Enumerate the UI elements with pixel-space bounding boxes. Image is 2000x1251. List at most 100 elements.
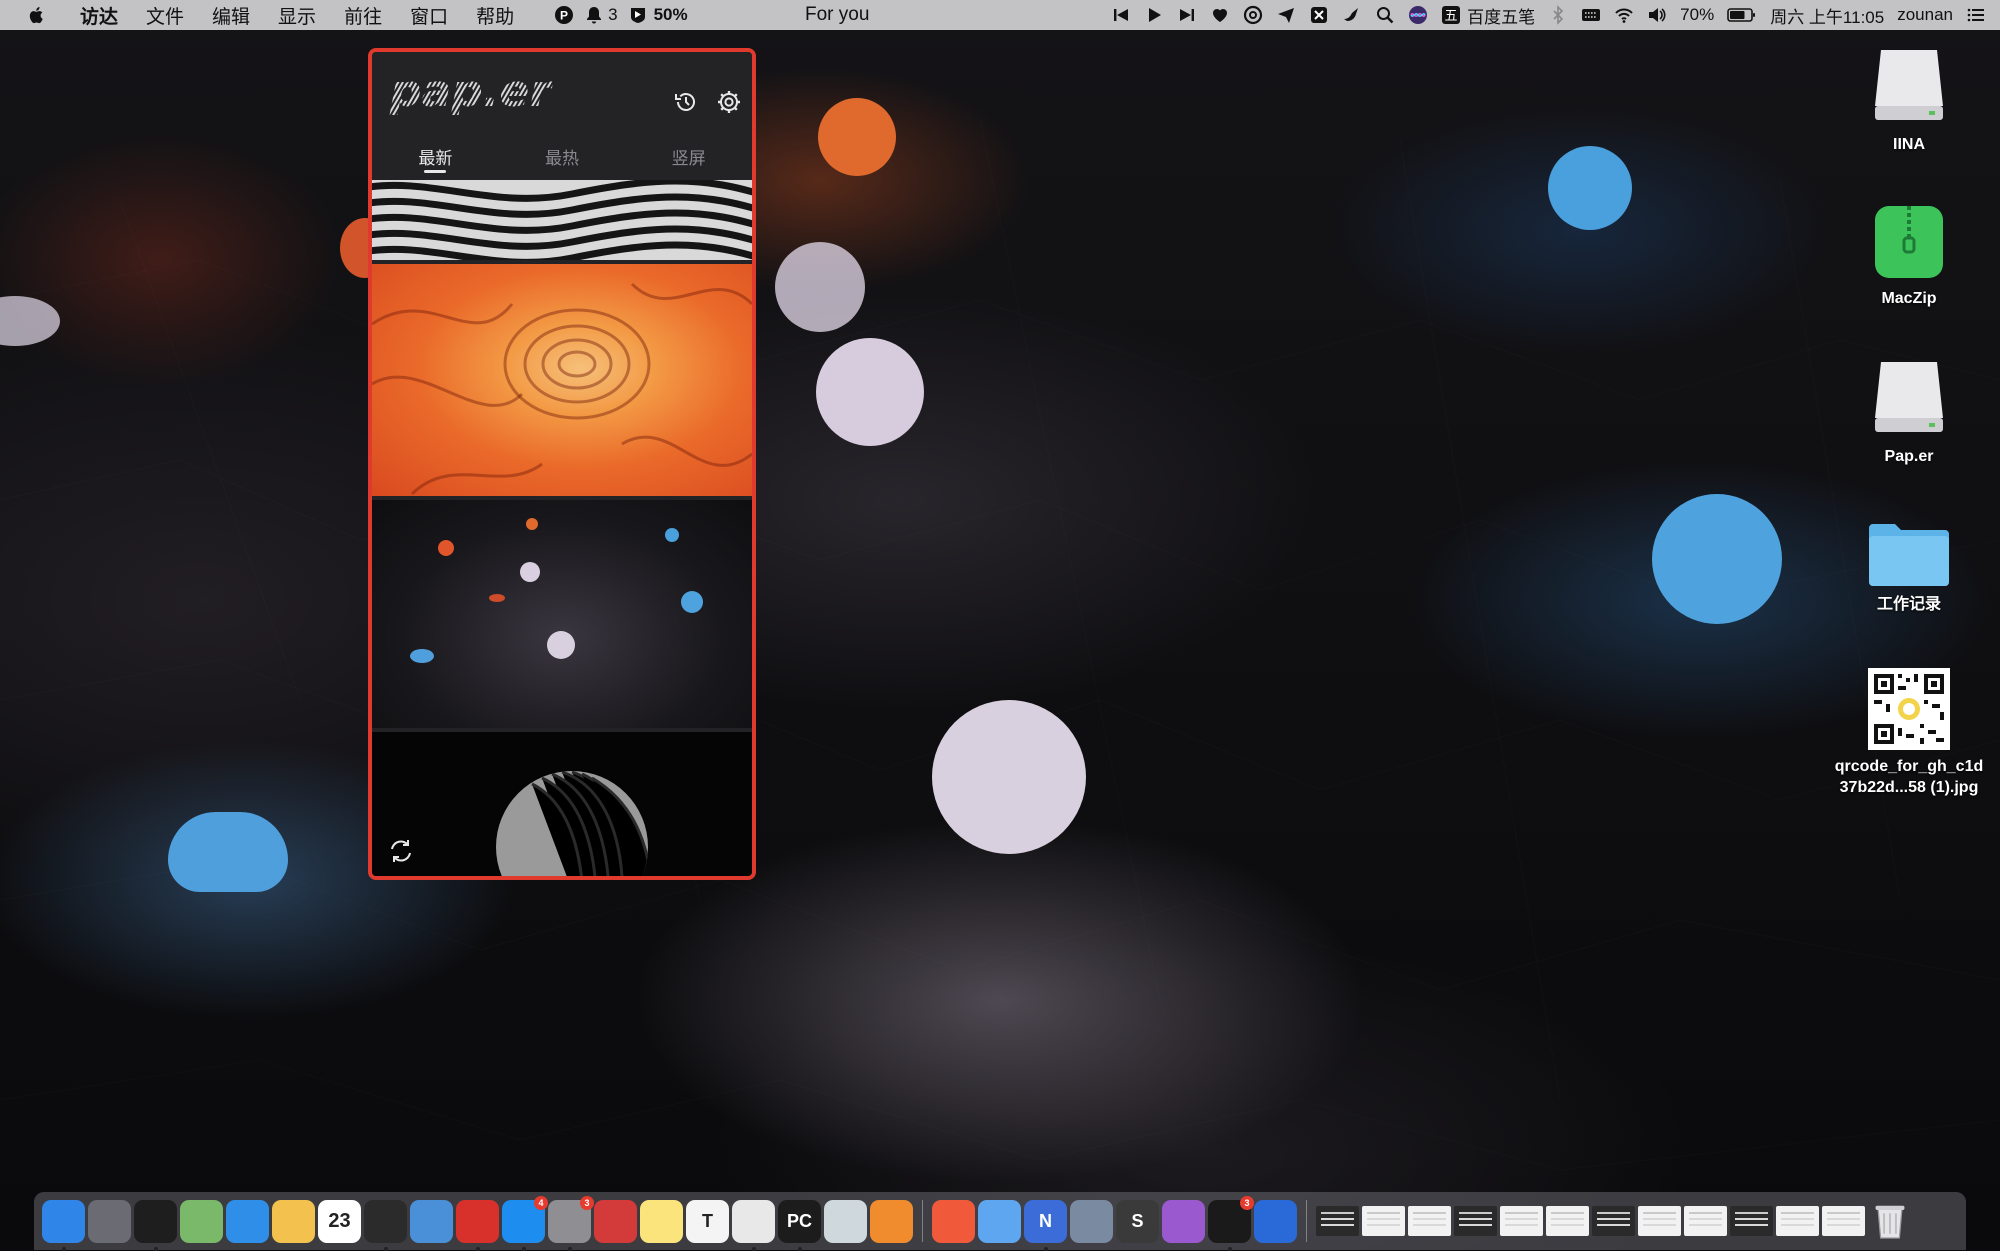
dock-document-preview[interactable] bbox=[1684, 1206, 1727, 1236]
dock-document-preview[interactable] bbox=[1316, 1206, 1359, 1236]
dock-document-preview[interactable] bbox=[1776, 1206, 1819, 1236]
user-name[interactable]: zounan bbox=[1897, 5, 1953, 25]
menu-go[interactable]: 前往 bbox=[330, 2, 396, 29]
thumbnail-zebra-stripes[interactable] bbox=[372, 180, 752, 260]
dock-document-preview[interactable] bbox=[1730, 1206, 1773, 1236]
settings-icon[interactable] bbox=[715, 88, 743, 116]
paper-app-panel: pap.er 最新 最热 竖屏 bbox=[368, 48, 756, 880]
dock-app-safari[interactable] bbox=[226, 1199, 269, 1243]
apple-icon[interactable] bbox=[26, 4, 48, 26]
thumbnail-striped-sphere[interactable] bbox=[372, 732, 752, 876]
menu-finder[interactable]: 访达 bbox=[66, 2, 132, 29]
dock-app-terminal-dark[interactable] bbox=[134, 1199, 177, 1251]
dock-app-photos[interactable] bbox=[272, 1199, 315, 1243]
dock-app-system-preferences[interactable]: 3 bbox=[548, 1195, 594, 1251]
dock-app-maps[interactable] bbox=[180, 1199, 223, 1243]
desktop-icon-maczip[interactable]: MacZip bbox=[1834, 202, 1984, 309]
desktop-icon-qrcode[interactable]: qrcode_for_gh_c1d 37b22d...58 (1).jpg bbox=[1834, 668, 1984, 798]
desktop-icon-label: qrcode_for_gh_c1d 37b22d...58 (1).jpg bbox=[1834, 758, 1984, 796]
svg-text:pap.er: pap.er bbox=[389, 66, 553, 117]
dock-document-preview[interactable] bbox=[1500, 1206, 1543, 1236]
dock-app-launchpad[interactable] bbox=[88, 1199, 131, 1243]
dock-app-sublime[interactable]: S bbox=[1116, 1199, 1159, 1243]
dock-app-mail-bird[interactable] bbox=[978, 1199, 1021, 1243]
dock-app-qq[interactable]: 3 bbox=[1208, 1195, 1254, 1251]
wallpaper-orb bbox=[1548, 146, 1632, 230]
dock-document-preview[interactable] bbox=[1638, 1206, 1681, 1236]
tab-latest[interactable]: 最新 bbox=[372, 138, 499, 178]
thumbnail-dark-lowpoly-orbs[interactable] bbox=[372, 500, 752, 728]
menu-view[interactable]: 显示 bbox=[264, 2, 330, 29]
panel-header: pap.er 最新 最热 竖屏 bbox=[372, 52, 752, 180]
dock-app-paw[interactable] bbox=[870, 1199, 913, 1243]
desktop-icon-label: IINA bbox=[1893, 136, 1925, 153]
desktop-icon-work-notes[interactable]: 工作记录 bbox=[1834, 518, 1984, 615]
menu-edit[interactable]: 编辑 bbox=[198, 2, 264, 29]
next-track-icon[interactable] bbox=[1177, 5, 1197, 25]
battery-icon[interactable] bbox=[1727, 5, 1757, 25]
dock-app-screen-sharing[interactable] bbox=[410, 1199, 453, 1243]
dock-app-nimbus[interactable]: N bbox=[1024, 1199, 1067, 1251]
desktop-icon-paper[interactable]: Pap.er bbox=[1834, 356, 1984, 467]
wallpaper-facets bbox=[0, 0, 2000, 1250]
dock-app-preview-eye[interactable] bbox=[824, 1199, 867, 1243]
dock-app-notes[interactable] bbox=[640, 1199, 683, 1243]
control-center-icon[interactable] bbox=[1966, 5, 1986, 25]
dock-app-app-store[interactable]: 4 bbox=[502, 1195, 548, 1251]
paper-logo: pap.er bbox=[389, 66, 553, 117]
tab-vertical[interactable]: 竖屏 bbox=[625, 138, 752, 178]
dock-app-finder[interactable] bbox=[42, 1199, 85, 1251]
dock-document-preview[interactable] bbox=[1408, 1206, 1451, 1236]
dock-document-preview[interactable] bbox=[1546, 1206, 1589, 1236]
siri-icon[interactable] bbox=[1408, 5, 1428, 25]
dock-app-chrome[interactable] bbox=[732, 1199, 775, 1251]
bluetooth-icon[interactable] bbox=[1548, 5, 1568, 25]
dock-app-image-viewer[interactable] bbox=[1070, 1199, 1113, 1243]
heart-icon[interactable] bbox=[1210, 5, 1230, 25]
desktop-icon-iina[interactable]: IINA bbox=[1834, 44, 1984, 155]
panel-tabs: 最新 最热 竖屏 bbox=[372, 138, 752, 178]
trash-icon[interactable] bbox=[1868, 1200, 1911, 1243]
dock-app-parallels[interactable] bbox=[594, 1199, 637, 1243]
search-icon[interactable] bbox=[1375, 5, 1395, 25]
drive-icon bbox=[1875, 50, 1943, 120]
dock-document-preview[interactable] bbox=[1822, 1206, 1865, 1236]
tab-hottest[interactable]: 最热 bbox=[499, 138, 626, 178]
keyboard-icon[interactable] bbox=[1581, 5, 1601, 25]
thumbnail-orange-paper-waves[interactable] bbox=[372, 264, 752, 496]
dock-document-preview[interactable] bbox=[1362, 1206, 1405, 1236]
svg-text:五: 五 bbox=[1445, 9, 1458, 24]
dock-document-preview[interactable] bbox=[1454, 1206, 1497, 1236]
now-playing-title[interactable]: For you bbox=[805, 4, 869, 26]
dock-separator bbox=[1306, 1200, 1307, 1242]
prev-track-icon[interactable] bbox=[1111, 5, 1131, 25]
percent-badge: 50% bbox=[653, 5, 688, 24]
menu-window[interactable]: 窗口 bbox=[396, 2, 462, 29]
menu-file[interactable]: 文件 bbox=[132, 2, 198, 29]
dock-app-downie[interactable] bbox=[1162, 1199, 1205, 1243]
shield-icon[interactable] bbox=[628, 5, 648, 25]
folder-icon bbox=[1869, 524, 1949, 586]
reeder-icon[interactable] bbox=[1309, 5, 1329, 25]
clock[interactable]: 周六 上午11:05 bbox=[1770, 3, 1884, 28]
play-icon[interactable] bbox=[1144, 5, 1164, 25]
p-icon[interactable]: P bbox=[554, 5, 574, 25]
menu-help[interactable]: 帮助 bbox=[462, 2, 528, 29]
send-icon[interactable] bbox=[1276, 5, 1296, 25]
dock-app-screen-recorder[interactable] bbox=[1254, 1199, 1297, 1243]
dock-app-typora[interactable]: T bbox=[686, 1199, 729, 1243]
dock-app-netease-music[interactable] bbox=[456, 1199, 499, 1251]
wifi-icon[interactable] bbox=[1614, 5, 1634, 25]
dock-document-preview[interactable] bbox=[1592, 1206, 1635, 1236]
history-icon[interactable] bbox=[672, 88, 700, 116]
volume-icon[interactable] bbox=[1647, 5, 1667, 25]
netease-icon[interactable] bbox=[1243, 5, 1263, 25]
refresh-icon[interactable] bbox=[386, 836, 416, 866]
input-method[interactable]: 五 百度五笔 bbox=[1441, 3, 1535, 28]
bird-icon[interactable] bbox=[1342, 5, 1362, 25]
dock-app-pdf-expert[interactable] bbox=[932, 1199, 975, 1243]
dock-app-calendar[interactable]: 23 bbox=[318, 1199, 361, 1243]
bell-icon[interactable] bbox=[584, 5, 604, 25]
dock-app-pycharm[interactable]: PC bbox=[778, 1199, 821, 1251]
dock-app-terminal[interactable] bbox=[364, 1199, 407, 1251]
